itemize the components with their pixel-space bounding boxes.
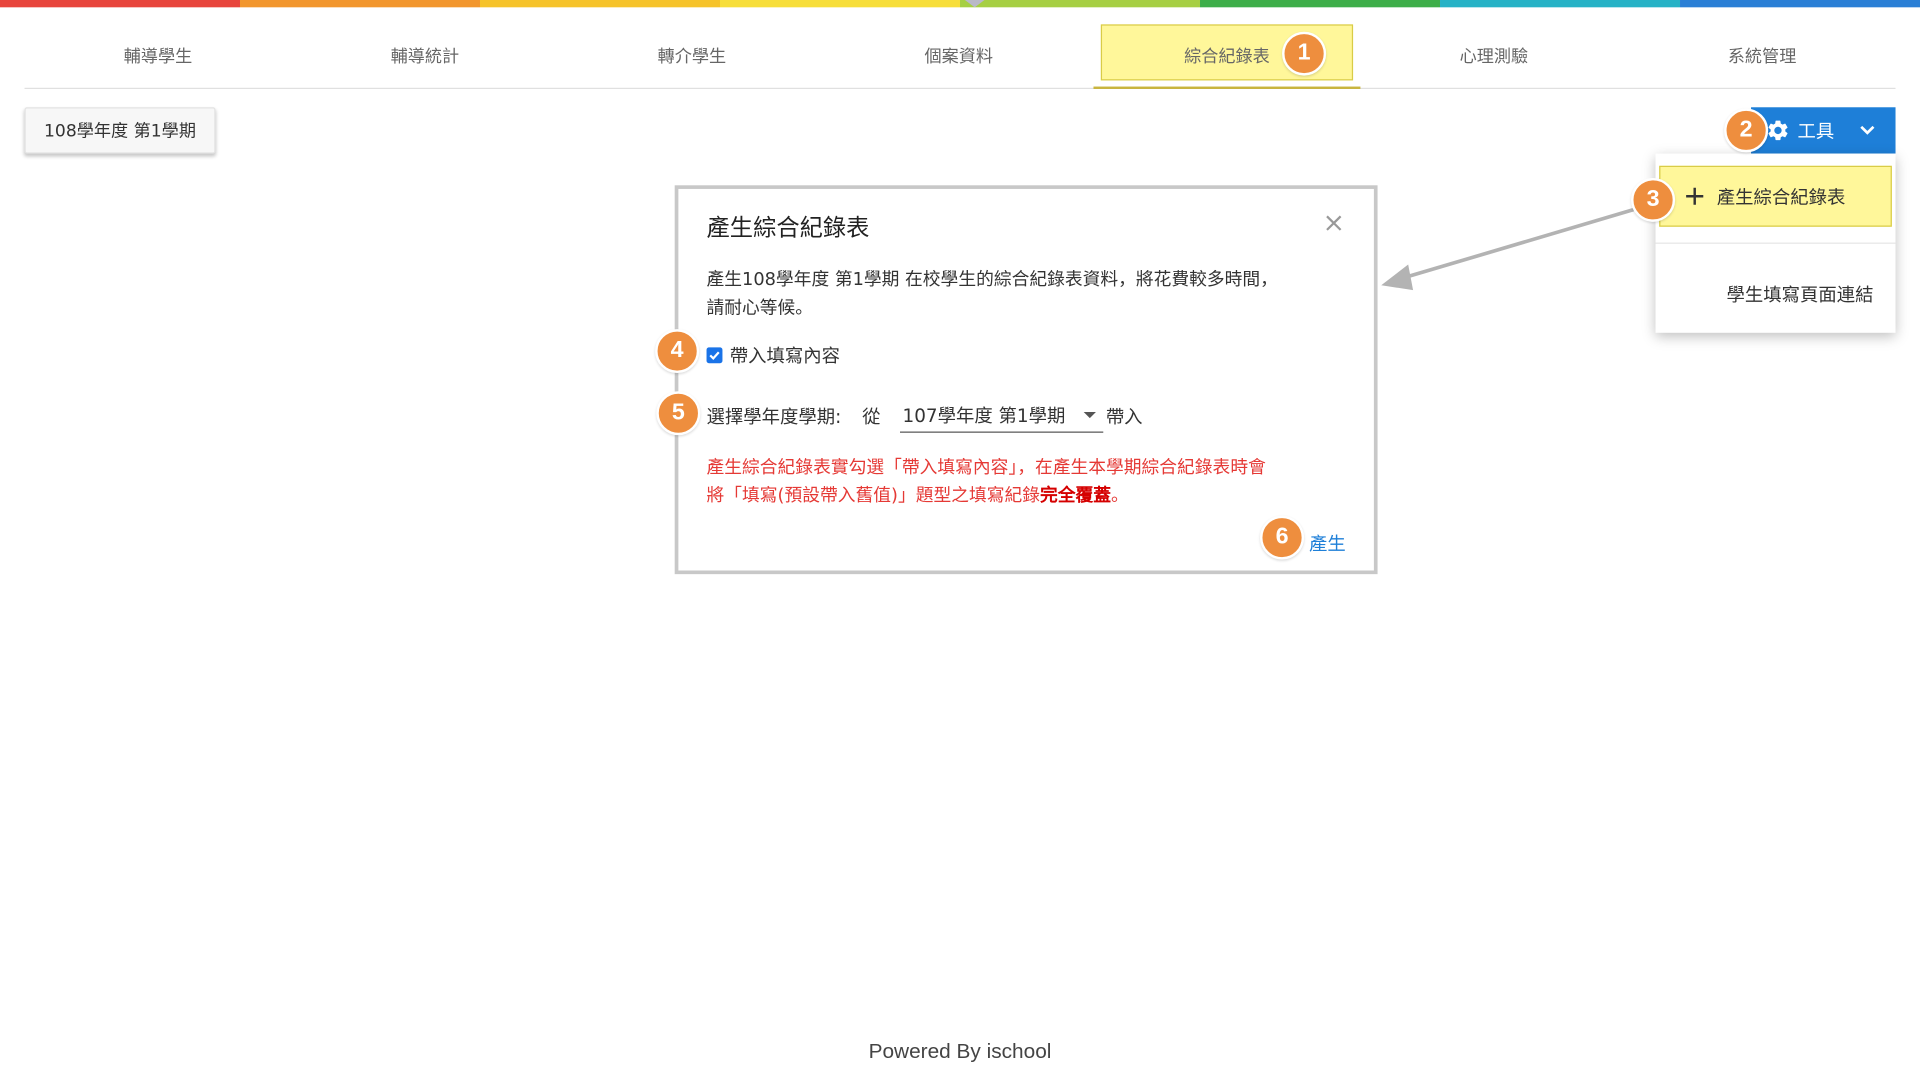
source-semester-select[interactable]: 107學年度 第1學期 bbox=[900, 399, 1104, 433]
step-badge-4: 4 bbox=[655, 329, 700, 374]
include-content-row: 帶入填寫內容 bbox=[706, 343, 840, 369]
tab-label: 個案資料 bbox=[924, 47, 994, 68]
step-badge-1: 1 bbox=[1282, 31, 1327, 76]
description-line-2: 請耐心等候。 bbox=[706, 298, 814, 319]
step-badge-5: 5 bbox=[656, 391, 701, 436]
tab-label: 轉介學生 bbox=[657, 47, 727, 68]
check-icon bbox=[709, 351, 720, 360]
warning-line-1: 產生綜合紀錄表實勾選「帶入填寫內容」，在產生本學期綜合紀錄表時會 bbox=[706, 458, 1266, 478]
footer-powered-by: Powered By ischool bbox=[868, 1039, 1052, 1063]
step-badge-2: 2 bbox=[1724, 108, 1769, 153]
step-badge-3: 3 bbox=[1631, 177, 1676, 222]
tab-label: 心理測驗 bbox=[1459, 47, 1529, 68]
select-from-label: 從 bbox=[862, 405, 881, 428]
caret-down-icon bbox=[1083, 412, 1097, 419]
include-content-checkbox[interactable] bbox=[706, 347, 723, 364]
tab-label: 輔導學生 bbox=[123, 47, 193, 68]
tab-label: 輔導統計 bbox=[390, 47, 460, 68]
generate-record-dialog: 產生綜合紀錄表 × 產生108學年度 第1學期 在校學生的綜合紀錄表資料，將花費… bbox=[674, 185, 1378, 575]
select-label: 選擇學年度學期: bbox=[706, 405, 842, 428]
step-badge-6: 6 bbox=[1260, 515, 1305, 560]
include-content-label[interactable]: 帶入填寫內容 bbox=[730, 343, 840, 369]
produce-button[interactable]: 產生 bbox=[1309, 530, 1346, 556]
warning-end: 。 bbox=[1111, 486, 1129, 506]
warning-emphasis: 完全覆蓋 bbox=[1039, 486, 1112, 506]
close-icon[interactable]: × bbox=[1322, 210, 1345, 238]
select-suffix-label: 帶入 bbox=[1105, 405, 1143, 428]
page: 輔導學生 輔導統計 轉介學生 個案資料 綜合紀錄表 心理測驗 系統管理 1 10… bbox=[0, 0, 1920, 1080]
dialog-description: 產生108學年度 第1學期 在校學生的綜合紀錄表資料，將花費較多時間， 請耐心等… bbox=[707, 267, 1356, 323]
tab-label: 系統管理 bbox=[1727, 47, 1797, 68]
overwrite-warning: 產生綜合紀錄表實勾選「帶入填寫內容」，在產生本學期綜合紀錄表時會 將「填寫(預設… bbox=[707, 455, 1356, 511]
warning-line-2: 將「填寫(預設帶入舊值)」題型之填寫紀錄 bbox=[706, 486, 1040, 506]
tab-label: 綜合紀錄表 bbox=[1184, 46, 1270, 67]
description-line-1: 產生108學年度 第1學期 在校學生的綜合紀錄表資料，將花費較多時間， bbox=[706, 270, 1278, 291]
dialog-title: 產生綜合紀錄表 bbox=[706, 214, 870, 242]
semester-select-row: 選擇學年度學期: 從 107學年度 第1學期 帶入 bbox=[707, 397, 1143, 434]
select-value: 107學年度 第1學期 bbox=[902, 404, 1066, 427]
